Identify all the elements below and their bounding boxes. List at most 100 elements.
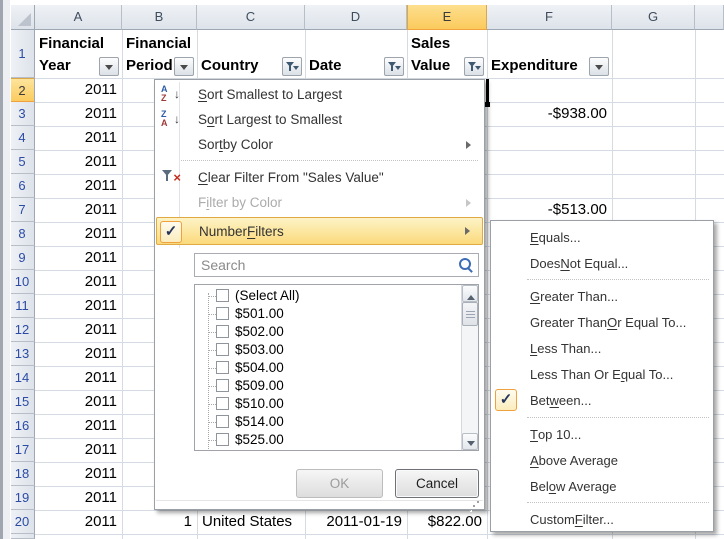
list-item-select-all[interactable]: (Select All) [195, 287, 455, 305]
submenu-item-below-average[interactable]: Below Average [492, 473, 712, 499]
cell-C20[interactable]: United States [197, 510, 305, 534]
submenu-item-equals[interactable]: Equals... [492, 224, 712, 250]
submenu-item-greater-than-or-equal-to[interactable]: Greater Than Or Equal To... [492, 309, 712, 335]
row-header-20[interactable]: 20 [10, 510, 35, 534]
cell-A11[interactable]: 2011 [35, 294, 122, 318]
scrollbar-thumb[interactable] [462, 302, 478, 326]
resize-grip[interactable] [469, 501, 481, 513]
row-header-13[interactable]: 13 [10, 342, 35, 366]
filter-dropdown-button-F[interactable] [589, 57, 609, 76]
cell-A3[interactable]: 2011 [35, 102, 122, 126]
cell-A17[interactable]: 2011 [35, 438, 122, 462]
cell-A13[interactable]: 2011 [35, 342, 122, 366]
list-item-502-00[interactable]: $502.00 [195, 323, 455, 341]
filter-dropdown-button-A[interactable] [99, 57, 119, 76]
menu-item-sort-smallest-to-largest[interactable]: Sort Smallest to LargestAZ↓ [156, 82, 483, 107]
checkbox[interactable] [216, 415, 229, 428]
cell-E20[interactable]: $822.00 [407, 510, 487, 534]
cell-A9[interactable]: 2011 [35, 246, 122, 270]
list-item-514-00[interactable]: $514.00 [195, 413, 455, 431]
row-header-15[interactable]: 15 [10, 390, 35, 414]
filter-dropdown-button-B[interactable] [174, 57, 194, 76]
cell-A15[interactable]: 2011 [35, 390, 122, 414]
row-header-18[interactable]: 18 [10, 462, 35, 486]
submenu-item-less-than-or-equal-to[interactable]: Less Than Or Equal To... [492, 361, 712, 387]
search-icon[interactable] [458, 257, 474, 273]
checkbox[interactable] [216, 343, 229, 356]
submenu-item-less-than[interactable]: Less Than... [492, 335, 712, 361]
row-header-9[interactable]: 9 [10, 246, 35, 270]
scrollbar-down-button[interactable] [462, 433, 478, 450]
row-header-6[interactable]: 6 [10, 174, 35, 198]
row-header-21-partial[interactable] [10, 534, 35, 539]
list-item-509-00[interactable]: $509.00 [195, 377, 455, 395]
submenu-item-custom-filter[interactable]: Custom Filter... [492, 506, 712, 532]
cell-A8[interactable]: 2011 [35, 222, 122, 246]
column-header-C[interactable]: C [197, 5, 305, 30]
cell-D20[interactable]: 2011-01-19 [305, 510, 407, 534]
menu-item-clear-filter-from-sales-value[interactable]: Clear Filter From "Sales Value"× [156, 165, 483, 190]
row-header-3[interactable]: 3 [10, 102, 35, 126]
cell-A18[interactable]: 2011 [35, 462, 122, 486]
row-header-10[interactable]: 10 [10, 270, 35, 294]
menu-item-sort-by-color[interactable]: Sort by Color [156, 132, 483, 157]
cell-A16[interactable]: 2011 [35, 414, 122, 438]
submenu-item-does-not-equal[interactable]: Does Not Equal... [492, 250, 712, 276]
checkbox[interactable] [216, 325, 229, 338]
column-header-E[interactable]: E [407, 5, 487, 30]
cell-A14[interactable]: 2011 [35, 366, 122, 390]
list-item-partial[interactable] [195, 449, 455, 451]
header-cell-A[interactable]: FinancialYear [35, 30, 122, 78]
column-header-F[interactable]: F [487, 5, 612, 30]
cancel-button[interactable]: Cancel [395, 469, 479, 498]
list-item-503-00[interactable]: $503.00 [195, 341, 455, 359]
column-header-partial[interactable] [695, 5, 724, 30]
submenu-item-above-average[interactable]: Above Average [492, 447, 712, 473]
checkbox[interactable] [216, 307, 229, 320]
row-header-1[interactable]: 1 [10, 30, 35, 78]
header-cell-C[interactable]: Country [197, 30, 305, 78]
checkbox[interactable] [216, 361, 229, 374]
cell-A12[interactable]: 2011 [35, 318, 122, 342]
menu-item-filter-by-color[interactable]: Filter by Color [156, 190, 483, 215]
column-header-A[interactable]: A [35, 5, 122, 30]
submenu-item-top-10[interactable]: Top 10... [492, 421, 712, 447]
row-header-11[interactable]: 11 [10, 294, 35, 318]
cell-A6[interactable]: 2011 [35, 174, 122, 198]
row-header-19[interactable]: 19 [10, 486, 35, 510]
row-header-17[interactable]: 17 [10, 438, 35, 462]
ok-button[interactable]: OK [296, 469, 383, 498]
cell-A19[interactable]: 2011 [35, 486, 122, 510]
list-item-510-00[interactable]: $510.00 [195, 395, 455, 413]
cell-A4[interactable]: 2011 [35, 126, 122, 150]
cell-A2[interactable]: 2011 [35, 78, 122, 102]
search-input[interactable] [194, 253, 479, 277]
row-header-16[interactable]: 16 [10, 414, 35, 438]
header-cell-F[interactable]: Expenditure [487, 30, 612, 78]
filter-funnel-button-E[interactable] [464, 57, 484, 76]
list-item-525-00[interactable]: $525.00 [195, 431, 455, 449]
scrollbar-up-button[interactable] [462, 285, 478, 302]
filter-funnel-button-C[interactable] [282, 57, 302, 76]
row-header-4[interactable]: 4 [10, 126, 35, 150]
cell-F7[interactable]: -$513.00 [487, 198, 612, 222]
list-item-501-00[interactable]: $501.00 [195, 305, 455, 323]
row-header-12[interactable]: 12 [10, 318, 35, 342]
column-header-D[interactable]: D [305, 5, 407, 30]
submenu-item-greater-than[interactable]: Greater Than... [492, 283, 712, 309]
cell-A20[interactable]: 2011 [35, 510, 122, 534]
checkbox[interactable] [216, 433, 229, 446]
header-cell-B[interactable]: FinancialPeriod [122, 30, 197, 78]
cell-A5[interactable]: 2011 [35, 150, 122, 174]
list-scrollbar[interactable] [461, 285, 478, 450]
row-header-8[interactable]: 8 [10, 222, 35, 246]
checkbox[interactable] [216, 397, 229, 410]
cell-F3[interactable]: -$938.00 [487, 102, 612, 126]
header-cell-D[interactable]: Date [305, 30, 407, 78]
list-item-504-00[interactable]: $504.00 [195, 359, 455, 377]
cell-A7[interactable]: 2011 [35, 198, 122, 222]
column-header-G[interactable]: G [612, 5, 695, 30]
filter-funnel-button-D[interactable] [384, 57, 404, 76]
row-header-14[interactable]: 14 [10, 366, 35, 390]
submenu-item-between[interactable]: Between...✓ [492, 387, 712, 414]
